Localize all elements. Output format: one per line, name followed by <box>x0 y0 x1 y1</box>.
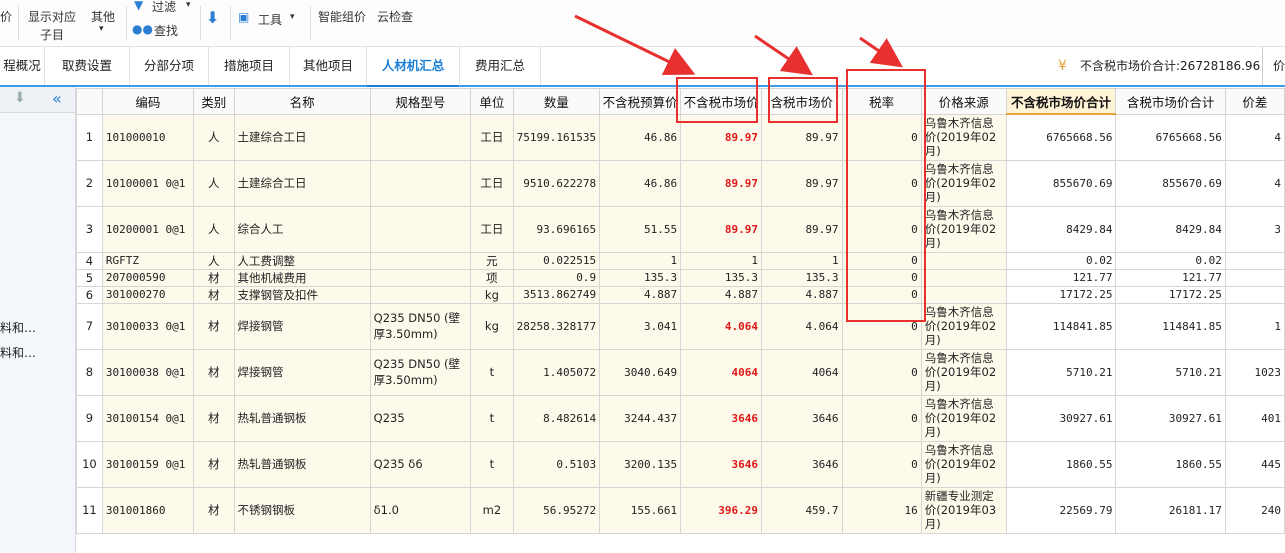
annotation-arrows <box>574 14 903 76</box>
